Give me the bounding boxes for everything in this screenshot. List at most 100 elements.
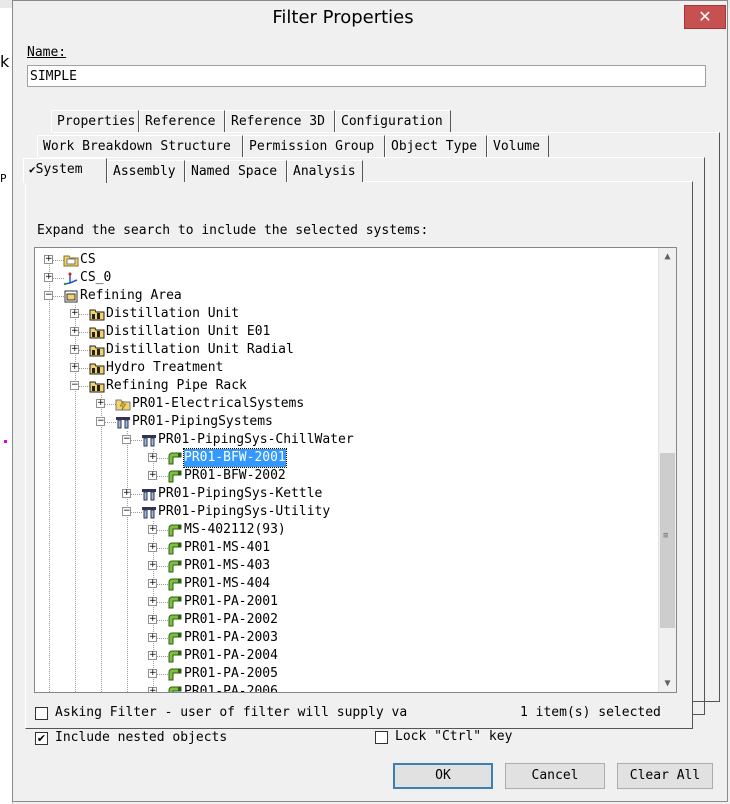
pipeline-icon [167, 649, 183, 663]
filter-properties-dialog: Filter Properties ✕ Name: Properties Ref… [12, 0, 728, 802]
tab-analysis[interactable]: Analysis [287, 160, 363, 182]
electrical-system-icon [115, 397, 131, 411]
system-tree[interactable]: + CS + CS_0− Refining Area + Distillation Unit… [34, 247, 677, 693]
dialog-title: Filter Properties [272, 7, 414, 28]
tree-item[interactable]: + PR01-MS-403 [35, 557, 651, 575]
tree-item-label: Distillation Unit [106, 306, 240, 321]
clear-all-button[interactable]: Clear All [617, 763, 713, 789]
expand-icon[interactable]: + [70, 345, 79, 354]
expand-icon[interactable]: + [70, 363, 79, 372]
tree-item-label: PR01-PA-2002 [184, 612, 278, 627]
tab-volume[interactable]: Volume [487, 135, 549, 157]
tree-item[interactable]: + PR01-PA-2002 [35, 611, 651, 629]
expand-icon[interactable]: + [148, 525, 157, 534]
tree-item[interactable]: + Hydro Treatment [35, 359, 651, 377]
collapse-icon[interactable]: − [122, 435, 131, 444]
cancel-button[interactable]: Cancel [505, 763, 605, 789]
expand-icon[interactable]: + [148, 453, 157, 462]
tree-item[interactable]: + PR01-PA-2006 [35, 683, 651, 692]
unit-icon [89, 343, 105, 357]
asking-filter-checkbox[interactable] [35, 707, 48, 720]
expand-icon[interactable]: + [44, 273, 53, 282]
expand-icon[interactable]: + [148, 579, 157, 588]
tree-item[interactable]: + PR01-PA-2005 [35, 665, 651, 683]
pipeline-icon [167, 613, 183, 627]
tree-item-label: PR01-PipingSys-Utility [158, 504, 331, 519]
tree-item-label: PR01-MS-404 [184, 576, 271, 591]
check-icon: ✔ [36, 732, 47, 745]
title-bar[interactable]: Filter Properties ✕ [13, 1, 727, 35]
expand-icon[interactable]: + [148, 687, 157, 692]
expand-icon[interactable]: + [148, 471, 157, 480]
name-input[interactable] [27, 65, 706, 87]
tree-item[interactable]: − PR01-PipingSystems [35, 413, 651, 431]
lock-ctrl-checkbox[interactable] [375, 731, 388, 744]
tab-object-type[interactable]: Object Type [385, 135, 487, 157]
tab-configuration[interactable]: Configuration [335, 110, 451, 132]
tab-work-breakdown-structure[interactable]: Work Breakdown Structure [37, 135, 243, 157]
unit-icon [89, 379, 105, 393]
expand-icon[interactable]: + [148, 597, 157, 606]
expand-icon[interactable]: + [148, 615, 157, 624]
pipeline-icon [167, 559, 183, 573]
tree-item[interactable]: + PR01-PA-2001 [35, 593, 651, 611]
tree-item[interactable]: + PR01-MS-401 [35, 539, 651, 557]
expand-icon[interactable]: + [70, 327, 79, 336]
piping-system-icon [115, 415, 131, 429]
tab-system[interactable]: ✔System [23, 158, 107, 183]
collapse-icon[interactable]: − [44, 291, 53, 300]
tree-item[interactable]: + Distillation Unit Radial [35, 341, 651, 359]
tree-item[interactable]: − PR01-PipingSys-Utility [35, 503, 651, 521]
scrollbar-thumb[interactable]: ≡ [660, 453, 675, 628]
tree-item[interactable]: + CS [35, 251, 651, 269]
expand-icon[interactable]: + [122, 489, 131, 498]
tree-item-label: PR01-PA-2006 [184, 684, 278, 692]
area-icon [63, 289, 79, 303]
collapse-icon[interactable]: − [122, 507, 131, 516]
folder-icon [63, 253, 79, 267]
expand-icon[interactable]: + [148, 651, 157, 660]
tab-assembly[interactable]: Assembly [107, 160, 185, 182]
tab-reference-3d[interactable]: Reference 3D [225, 110, 335, 132]
tree-item[interactable]: + PR01-ElectricalSystems [35, 395, 651, 413]
tree-item[interactable]: − Refining Pipe Rack [35, 377, 651, 395]
expand-icon[interactable]: + [70, 309, 79, 318]
tab-properties[interactable]: Properties [51, 110, 139, 132]
collapse-icon[interactable]: − [70, 381, 79, 390]
include-nested-checkbox[interactable]: ✔ [35, 732, 48, 745]
tree-vertical-scrollbar[interactable]: ▲ ≡ ▼ [658, 248, 676, 692]
scroll-down-icon[interactable]: ▼ [659, 675, 676, 692]
tree-item[interactable]: + CS_0 [35, 269, 651, 287]
tree-item[interactable]: + PR01-MS-404 [35, 575, 651, 593]
expand-icon[interactable]: + [148, 543, 157, 552]
tree-item[interactable]: − PR01-PipingSys-ChillWater [35, 431, 651, 449]
tree-item[interactable]: + PR01-PA-2003 [35, 629, 651, 647]
tree-item-label: PR01-PA-2004 [184, 648, 278, 663]
tree-item[interactable]: + PR01-PipingSys-Kettle [35, 485, 651, 503]
tab-permission-group[interactable]: Permission Group [243, 135, 385, 157]
expand-icon[interactable]: + [96, 399, 105, 408]
background-marker [4, 440, 7, 443]
tree-item[interactable]: + PR01-BFW-2001 [35, 448, 651, 468]
tree-item[interactable]: − Refining Area [35, 287, 651, 305]
pipeline-icon [167, 523, 183, 537]
tree-item[interactable]: + Distillation Unit E01 [35, 323, 651, 341]
tree-item-label: Distillation Unit Radial [106, 342, 294, 357]
pipeline-icon [167, 469, 183, 483]
tree-item[interactable]: + PR01-BFW-2002 [35, 467, 651, 485]
pipeline-icon [167, 595, 183, 609]
background-partial-text: P [0, 172, 7, 185]
collapse-icon[interactable]: − [96, 417, 105, 426]
expand-icon[interactable]: + [148, 669, 157, 678]
expand-icon[interactable]: + [148, 561, 157, 570]
tree-item[interactable]: + MS-402112(93) [35, 521, 651, 539]
tree-item[interactable]: + PR01-PA-2004 [35, 647, 651, 665]
close-button[interactable]: ✕ [684, 5, 726, 29]
expand-icon[interactable]: + [148, 633, 157, 642]
scroll-up-icon[interactable]: ▲ [659, 248, 676, 265]
tab-named-space[interactable]: Named Space [185, 160, 287, 182]
tree-item[interactable]: + Distillation Unit [35, 305, 651, 323]
expand-icon[interactable]: + [44, 255, 53, 264]
tab-reference[interactable]: Reference [139, 110, 225, 132]
ok-button[interactable]: OK [393, 763, 493, 789]
